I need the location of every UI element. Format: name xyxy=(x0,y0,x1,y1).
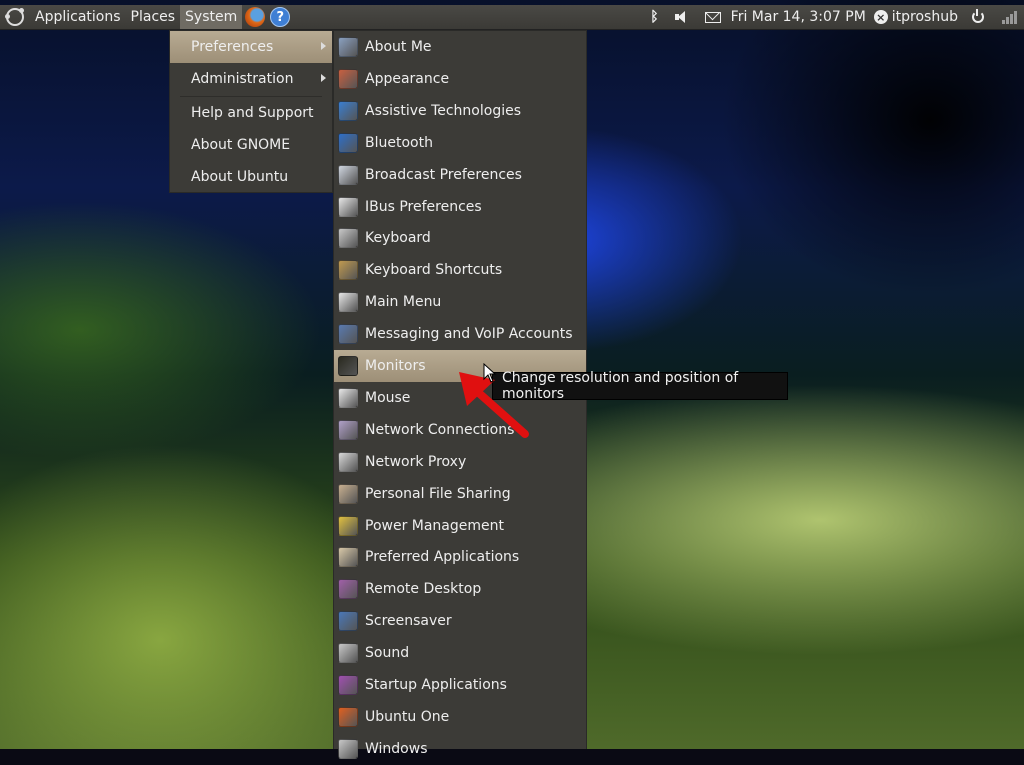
menu-item-label: Appearance xyxy=(365,70,450,87)
menu-item-main-menu[interactable]: Main Menu xyxy=(334,286,586,318)
menu-item-label: Help and Support xyxy=(191,105,314,121)
menu-item-ibus-preferences[interactable]: IBus Preferences xyxy=(334,191,586,223)
menu-item-help-and-support[interactable]: Help and Support xyxy=(170,97,332,129)
remote-desktop-icon xyxy=(338,579,358,600)
mouse-icon xyxy=(338,387,358,408)
monitor-icon xyxy=(338,356,358,376)
mail-icon[interactable] xyxy=(704,11,721,23)
menu-item-label: Monitors xyxy=(365,358,426,374)
menu-item-ubuntu-one[interactable]: Ubuntu One xyxy=(334,701,586,733)
menu-item-label: Preferences xyxy=(191,39,274,55)
applications-menu[interactable]: Applications xyxy=(30,5,126,29)
menu-item-label: Startup Applications xyxy=(365,677,507,693)
info-icon xyxy=(338,196,358,217)
system-menu[interactable]: System xyxy=(180,5,243,29)
menu-item-label: Power Management xyxy=(365,517,505,534)
menu-item-personal-file-sharing[interactable]: Personal File Sharing xyxy=(334,478,586,510)
startup-icon xyxy=(338,675,358,695)
menu-item-bluetooth[interactable]: Bluetooth xyxy=(334,127,586,159)
menu-item-startup-applications[interactable]: Startup Applications xyxy=(334,669,586,701)
volume-icon[interactable] xyxy=(674,11,689,23)
menu-item-preferred-applications[interactable]: Preferred Applications xyxy=(334,541,586,573)
menu-item-preferences[interactable]: Preferences xyxy=(170,31,332,63)
menu-item-label: Network Proxy xyxy=(365,453,467,470)
menu-item-keyboard-shortcuts[interactable]: Keyboard Shortcuts xyxy=(334,254,586,286)
menu-item-about-gnome[interactable]: About GNOME xyxy=(170,129,332,161)
menu-item-about-ubuntu[interactable]: About Ubuntu xyxy=(170,161,332,193)
menu-item-sound[interactable]: Sound xyxy=(334,637,586,669)
menu-item-label: About Me xyxy=(365,39,432,55)
preferred-apps-icon xyxy=(338,547,358,568)
menu-item-remote-desktop[interactable]: Remote Desktop xyxy=(334,573,586,605)
system-menu-dropdown: Preferences Administration Help and Supp… xyxy=(169,30,333,193)
menu-item-label: Assistive Technologies xyxy=(365,102,522,119)
menu-item-appearance[interactable]: Appearance xyxy=(334,63,586,95)
clock[interactable]: Fri Mar 14, 3:07 PM xyxy=(731,9,866,25)
menu-item-about-me[interactable]: About Me xyxy=(334,31,586,63)
keyboard-shortcuts-icon xyxy=(338,260,358,281)
menu-item-power-management[interactable]: Power Management xyxy=(334,510,586,542)
user-menu[interactable]: × itproshub xyxy=(873,9,958,25)
screensaver-icon xyxy=(338,611,358,632)
places-menu[interactable]: Places xyxy=(126,5,181,29)
menu-item-broadcast-preferences[interactable]: Broadcast Preferences xyxy=(334,159,586,191)
ubuntu-one-icon xyxy=(338,706,358,727)
file-sharing-icon xyxy=(338,483,358,504)
menu-item-label: About Ubuntu xyxy=(191,169,289,185)
submenu-arrow-icon xyxy=(321,42,326,50)
menu-item-keyboard[interactable]: Keyboard xyxy=(334,222,586,254)
power-management-icon xyxy=(338,515,358,536)
menu-item-label: Mouse xyxy=(365,389,411,406)
broadcast-icon xyxy=(338,164,358,185)
appearance-icon xyxy=(338,68,358,89)
menu-item-label: Keyboard Shortcuts xyxy=(365,262,503,279)
keyboard-icon xyxy=(338,228,358,249)
menu-item-messaging-and-voip-accounts[interactable]: Messaging and VoIP Accounts xyxy=(334,318,586,350)
ubuntu-logo-icon[interactable] xyxy=(5,8,24,26)
menu-item-label: Administration xyxy=(191,71,294,87)
menu-item-label: Sound xyxy=(365,645,410,662)
accessibility-icon xyxy=(338,100,358,121)
menu-item-label: Messaging and VoIP Accounts xyxy=(365,326,573,343)
menu-item-label: Main Menu xyxy=(365,294,442,311)
tooltip: Change resolution and position of monito… xyxy=(492,370,788,402)
menu-item-administration[interactable]: Administration xyxy=(170,63,332,95)
menu-item-assistive-technologies[interactable]: Assistive Technologies xyxy=(334,95,586,127)
menu-item-label: Personal File Sharing xyxy=(365,485,511,502)
power-icon[interactable] xyxy=(972,9,984,23)
bluetooth-tray-icon[interactable]: ᛒ xyxy=(650,9,658,25)
bluetooth-icon xyxy=(338,132,358,153)
user-name: itproshub xyxy=(891,9,958,25)
top-panel: Applications Places System ? ᛒ Fri Mar 1… xyxy=(0,5,1024,30)
menu-item-label: Broadcast Preferences xyxy=(365,166,522,183)
menu-item-label: Keyboard xyxy=(365,230,431,247)
sound-icon xyxy=(338,643,358,664)
menu-item-label: Screensaver xyxy=(365,613,452,630)
menu-item-screensaver[interactable]: Screensaver xyxy=(334,605,586,637)
mouse-cursor-icon xyxy=(483,363,497,383)
main-menu-icon xyxy=(338,292,358,313)
menu-item-label: Ubuntu One xyxy=(365,708,450,725)
help-icon[interactable]: ? xyxy=(270,7,291,27)
menu-item-label: IBus Preferences xyxy=(365,198,482,215)
network-tray-icon[interactable] xyxy=(1002,10,1018,24)
menu-item-label: About GNOME xyxy=(191,137,291,153)
network-icon xyxy=(338,419,358,440)
menu-item-label: Bluetooth xyxy=(365,134,433,151)
submenu-arrow-icon xyxy=(321,74,326,82)
messaging-icon xyxy=(338,324,358,345)
firefox-icon[interactable] xyxy=(245,7,266,27)
user-status-icon: × xyxy=(873,10,888,24)
menu-item-label: Preferred Applications xyxy=(365,549,520,566)
proxy-icon xyxy=(338,451,358,472)
user-icon xyxy=(338,37,358,57)
menu-item-network-proxy[interactable]: Network Proxy xyxy=(334,446,586,478)
menu-item-label: Remote Desktop xyxy=(365,581,482,598)
